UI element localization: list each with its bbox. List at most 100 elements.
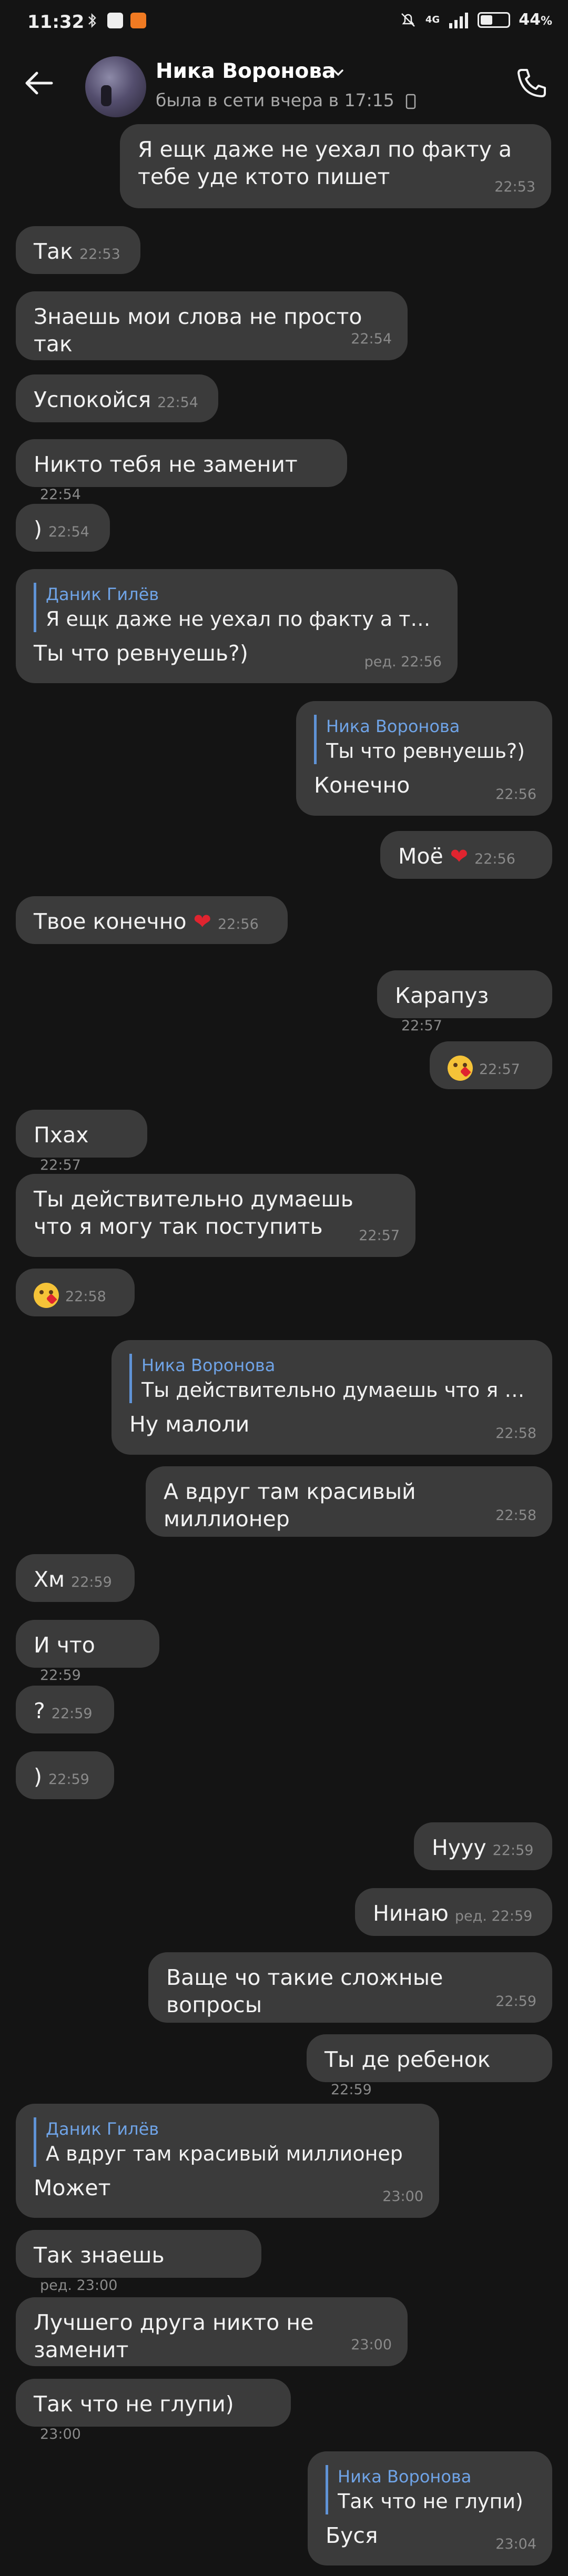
message-text: ) (34, 1764, 42, 1789)
message-time: ред. 22:56 (364, 654, 442, 670)
incoming-message[interactable]: Так знаешь ред. 23:00 (16, 2230, 261, 2294)
outgoing-message[interactable]: Нууу 22:59 (414, 1822, 552, 1870)
incoming-message[interactable]: Лучшего друга никто не заменит 23:00 (16, 2297, 408, 2366)
incoming-message[interactable]: Ты действительно думаешь что я могу так … (16, 1174, 415, 1257)
message-text: Карапуз (395, 983, 489, 1008)
message-time: 22:54 (48, 524, 89, 540)
signal-icon (449, 12, 469, 28)
message-time: 23:00 (351, 2337, 392, 2353)
message-time: 23:04 (495, 2536, 536, 2552)
back-arrow-icon[interactable] (21, 65, 58, 102)
message-text: Может (34, 2175, 111, 2200)
outgoing-message[interactable]: Я ещк даже не уехал по факту а тебе уде … (120, 124, 551, 208)
message-text: Ваще чо такие сложные вопросы (166, 1965, 443, 2017)
message-time: 22:59 (495, 1993, 536, 2010)
outgoing-message[interactable]: Ника Воронова Ты что ревнуешь?) Конечно 22:… (296, 701, 552, 816)
message-time: 22:57 (359, 1228, 400, 1244)
outgoing-message[interactable]: Ника Воронова Так что не глупи) Буся 23:04 (308, 2451, 552, 2565)
outgoing-message[interactable]: 22:57 (430, 1041, 552, 1089)
message-time: 22:56 (217, 916, 259, 932)
message-text (34, 1281, 59, 1308)
message-time: 22:59 (71, 1574, 112, 1590)
reply-quote[interactable]: Ника Воронова Так что не глупи) (326, 2465, 534, 2514)
reply-text: Я ещк даже не уехал по факту а тебе… (46, 607, 440, 631)
message-text: Так что не глупи) (34, 2391, 234, 2417)
incoming-message[interactable]: Хм 22:59 (16, 1554, 135, 1602)
incoming-message[interactable]: Твое конечно ❤ 22:56 (16, 896, 288, 944)
reply-quote[interactable]: Ника Воронова Ты что ревнуешь?) (314, 715, 534, 764)
incoming-message[interactable]: Знаешь мои слова не просто так 22:54 (16, 291, 408, 360)
message-text: Хм (34, 1567, 65, 1592)
message-text: Я ещк даже не уехал по факту а тебе уде … (138, 137, 512, 189)
incoming-message[interactable]: 22:58 (16, 1269, 135, 1316)
outgoing-message[interactable]: А вдруг там красивый миллионер 22:58 (146, 1466, 552, 1537)
incoming-message[interactable]: Даник Гилёв А вдруг там красивый миллионе… (16, 2104, 439, 2218)
message-time: 22:56 (495, 786, 536, 803)
message-text: Успокойся (34, 387, 151, 412)
bluetooth-icon (88, 13, 96, 28)
outgoing-message[interactable]: Ваще чо такие сложные вопросы 22:59 (148, 1952, 552, 2023)
outgoing-message[interactable]: Карапуз 22:57 (377, 970, 552, 1034)
message-text: Нинаю (373, 1901, 449, 1926)
message-time: ред. 22:59 (454, 1908, 533, 1924)
battery-icon (478, 12, 511, 28)
notification-icons (84, 13, 146, 28)
reply-author: Ника Воронова (326, 716, 460, 736)
reply-quote[interactable]: Ника Воронова Ты действительно думаешь чт… (129, 1354, 534, 1403)
message-text: Пхах (34, 1122, 89, 1148)
chevron-down-icon[interactable] (330, 65, 346, 80)
reply-quote[interactable]: Даник Гилёв Я ещк даже не уехал по факту … (34, 583, 440, 632)
message-time: 22:56 (474, 851, 515, 867)
status-right: 4G 44% (399, 11, 552, 29)
message-time: 22:58 (495, 1425, 536, 1442)
incoming-message[interactable]: Так что не глупи) 23:00 (16, 2379, 291, 2442)
incoming-message[interactable]: Пхах22:57 (16, 1110, 147, 1173)
app-notification-orange-icon (130, 13, 146, 28)
reply-author: Даник Гилёв (46, 584, 159, 604)
app-notification-icon (107, 13, 123, 28)
incoming-message[interactable]: ) 22:59 (16, 1751, 114, 1799)
message-time: 22:59 (48, 1771, 89, 1788)
contact-name[interactable]: Ника Воронова (156, 59, 336, 83)
mobile-phone-icon (405, 94, 416, 109)
incoming-message[interactable]: ? 22:59 (16, 1686, 114, 1733)
message-text: Твое конечно ❤ (34, 909, 211, 934)
outgoing-message[interactable]: Ты де ребенок 22:59 (307, 2034, 552, 2098)
chat-header: Ника Воронова была в сети вчера в 17:15 (0, 50, 568, 118)
message-text: Так (34, 239, 73, 264)
message-text: Знаешь мои слова не просто так (34, 304, 362, 357)
message-time: 22:53 (79, 246, 120, 262)
incoming-message[interactable]: ) 22:54 (16, 504, 110, 552)
reply-author: Даник Гилёв (46, 2119, 159, 2139)
reply-author: Ника Воронова (338, 2467, 472, 2487)
message-text: ) (34, 516, 42, 542)
incoming-message[interactable]: Успокойся 22:54 (16, 374, 218, 422)
message-time: ред. 23:00 (40, 2277, 118, 2294)
reply-text: Ты действительно думаешь что я мо… (141, 1378, 534, 1402)
message-time: 22:54 (157, 394, 198, 411)
reply-quote[interactable]: Даник Гилёв А вдруг там красивый миллионе… (34, 2117, 421, 2167)
message-time: 22:53 (494, 179, 535, 195)
contact-status: была в сети вчера в 17:15 (156, 90, 417, 110)
outgoing-message[interactable]: Моё ❤ 22:56 (380, 831, 552, 879)
mute-bell-icon (401, 13, 415, 27)
message-time: 22:54 (351, 331, 392, 347)
incoming-message[interactable]: Никто тебя не заменит22:54 (16, 439, 347, 503)
message-text: И что (34, 1632, 95, 1658)
message-time: 22:57 (401, 1018, 442, 1034)
message-text: Ты де ребенок (324, 2047, 491, 2072)
message-time: 22:57 (479, 1061, 520, 1078)
network-type: 4G (425, 14, 440, 25)
incoming-message[interactable]: И что22:59 (16, 1620, 159, 1683)
outgoing-message[interactable]: Ника Воронова Ты действительно думаешь чт… (111, 1340, 552, 1455)
outgoing-message[interactable]: Нинаю ред. 22:59 (355, 1888, 552, 1936)
reply-author: Ника Воронова (141, 1355, 276, 1375)
avatar[interactable] (85, 56, 146, 117)
status-bar: 11:32 4G 44% (0, 0, 568, 47)
message-text (448, 1054, 473, 1081)
phone-call-icon[interactable] (514, 66, 549, 100)
message-time: 22:58 (495, 1507, 536, 1524)
incoming-message[interactable]: Так 22:53 (16, 226, 140, 274)
message-text: Моё ❤ (398, 844, 469, 869)
incoming-message[interactable]: Даник Гилёв Я ещк даже не уехал по факту … (16, 569, 458, 683)
